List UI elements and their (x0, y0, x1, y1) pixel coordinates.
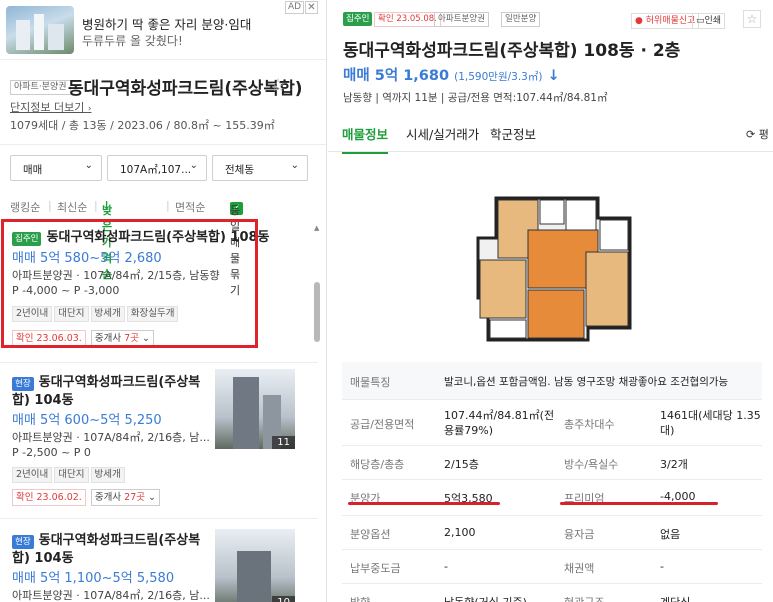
unit-toggle-button[interactable]: ⟳ 평 (746, 126, 769, 142)
annotation-underline (560, 502, 718, 505)
complex-type-tag: 아파트·분양권 (10, 80, 71, 95)
table-row: 납부중도금 - 채권액 - (342, 550, 762, 584)
ad-badge: AD (285, 1, 305, 14)
ad-banner[interactable]: 병원하기 딱 좋은 자리 분양·임대 두류두류 올 갖췄다! AD ✕ (0, 0, 326, 60)
detail-price: 매매 5억 1,680 (1,590만원/3.3㎡) ↓ (343, 68, 560, 84)
annotation-underline (348, 502, 500, 505)
table-row: 해당층/총층 2/15층 방수/욕실수 3/2개 (342, 446, 762, 480)
chevron-down-icon: ⌄ (148, 492, 157, 503)
table-row: 방향 남동향(거실 기준) 현관구조 계단식 (342, 584, 762, 602)
trade-type-select[interactable]: 매매 ⌄ (10, 155, 102, 181)
listing-panel: 병원하기 딱 좋은 자리 분양·임대 두류두류 올 갖췄다! AD ✕ 아파트·… (0, 0, 327, 602)
scrollbar[interactable]: ▲ (314, 224, 320, 344)
listing-title: 동대구역화성파크드림(주상복 (38, 375, 201, 390)
ad-subtitle: 두류두류 올 갖췄다! (82, 34, 183, 48)
complex-info: 1079세대 / 총 13동 / 2023.06 / 80.8㎡ ~ 155.3… (10, 119, 275, 132)
floor-plan-image[interactable] (468, 178, 638, 350)
sort-area[interactable]: 면적순 (175, 199, 205, 215)
highlight-box (1, 219, 258, 348)
ad-close-icon[interactable]: ✕ (305, 1, 318, 14)
ad-title: 병원하기 딱 좋은 자리 분양·임대 (82, 17, 252, 32)
confirm-date: 확인 23.06.02. (12, 489, 86, 506)
print-button[interactable]: ▭인쇄 (692, 13, 726, 29)
detail-panel: 집주인 확인 23.05.08. 아파트분양권 일반분양 ● 허위매물신고 ▭인… (328, 0, 773, 602)
listing-photo[interactable]: 10 (215, 529, 295, 602)
listing-detail: 아파트분양권 · 107A/84㎡, 2/16층, 남... (12, 431, 210, 444)
complex-more-link[interactable]: 단지정보 더보기 › (10, 99, 91, 115)
area-select[interactable]: 107A㎡,107... ⌄ (107, 155, 207, 181)
tab-price-history[interactable]: 시세/실거래가 (406, 124, 479, 143)
print-icon: ▭ (696, 16, 705, 26)
sort-low-price[interactable]: 낮은가격순 ↓ (102, 199, 112, 281)
building-select[interactable]: 전체동 ⌄ (212, 155, 308, 181)
ad-thumbnail (6, 6, 74, 54)
listing-chips: 2년이내 대단지 방세개 (12, 462, 127, 483)
photo-count: 11 (272, 436, 295, 449)
listing-title-cont: 합) 104동 (12, 551, 74, 566)
sale-type-tag: 일반분양 (501, 12, 541, 27)
sort-ranking[interactable]: 랭킹순 (10, 199, 40, 215)
detail-tabs: 매물정보 시세/실거래가 학군정보 ⟳ 평 (328, 112, 773, 154)
agents-button[interactable]: 중개사 27곳 ⌄ (90, 489, 161, 506)
listing-premium: P -2,500 ~ P 0 (12, 446, 91, 459)
report-button[interactable]: ● 허위매물신고 (631, 13, 700, 29)
sort-latest[interactable]: 최신순 (57, 199, 87, 215)
detail-title: 동대구역화성파크드림(주상복합) 108동 · 2층 (343, 41, 681, 61)
refresh-icon: ⟳ (746, 128, 756, 141)
arrow-down-icon: ↓ (547, 68, 560, 84)
detail-meta: 남동향 | 역까지 11분 | 공급/전용 면적:107.44㎡/84.81㎡ (343, 92, 608, 104)
photo-count: 10 (272, 596, 295, 602)
scrollbar-thumb[interactable] (314, 282, 320, 342)
tab-listing-info[interactable]: 매물정보 (342, 124, 389, 154)
listing-price: 매매 5억 1,100~5억 5,580 (12, 571, 175, 586)
sort-bar: 랭킹순 | 최신순 | 낮은가격순 ↓ | 면적순 ✓ 동일매물 묶기 (0, 196, 326, 297)
list-item[interactable]: 현장 동대구역화성파크드림(주상복 합) 104동 매매 5억 600~5억 5… (0, 362, 318, 512)
table-row: 분양가 5억3,580 프리미엄 -4,000 (342, 480, 762, 516)
favorite-star-icon[interactable]: ☆ (743, 10, 761, 28)
chevron-down-icon: ⌄ (84, 160, 93, 171)
table-row: 공급/전용면적 107.44㎡/84.81㎡(전 용률79%) 총주차대수 14… (342, 400, 762, 446)
table-row: 분양옵션 2,100 융자금 없음 (342, 516, 762, 550)
listing-photo[interactable]: 11 (215, 369, 295, 449)
alarm-icon: ● (635, 16, 643, 26)
chevron-down-icon: ⌄ (189, 160, 198, 171)
listing-title-cont: 합) 104동 (12, 393, 74, 408)
owner-badge: 집주인 (343, 12, 373, 26)
favorite-star-icon[interactable]: ☆ (270, 75, 286, 96)
type-tag: 아파트분양권 (434, 12, 489, 27)
tab-school[interactable]: 학군정보 (490, 124, 536, 143)
listing-detail: 아파트분양권 · 107A/84㎡, 2/16층, 남... (12, 589, 210, 602)
table-row: 매물특징 발코니,옵션 포함금액임. 남동 영구조망 채광좋아요 조건협의가능 (342, 362, 762, 400)
filter-bar: 매매 ⌄ 107A㎡,107... ⌄ 전체동 ⌄ (0, 144, 326, 196)
listing-title: 동대구역화성파크드림(주상복 (38, 533, 201, 548)
confirm-date: 확인 23.05.08. (374, 12, 441, 27)
list-item[interactable]: 현장 동대구역화성파크드림(주상복 합) 104동 매매 5억 1,100~5억… (0, 518, 318, 602)
listing-price: 매매 5억 600~5억 5,250 (12, 413, 162, 428)
chevron-down-icon: ⌄ (290, 160, 299, 171)
complex-name: 동대구역화성파크드림(주상복합) (68, 79, 303, 99)
